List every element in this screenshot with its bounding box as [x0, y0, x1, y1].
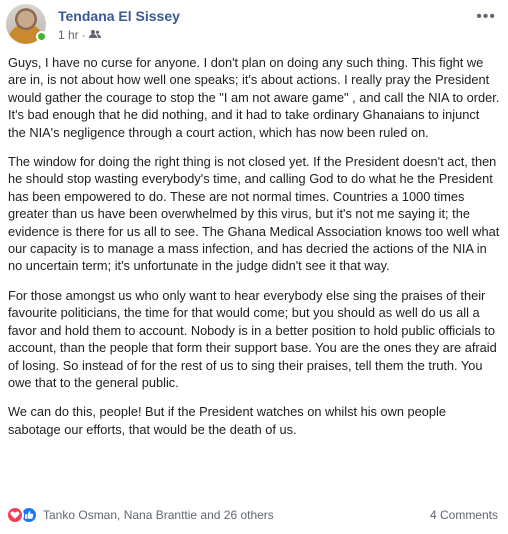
post-header: Tendana El Sissey 1 hr · ••• [6, 4, 502, 44]
friends-icon [88, 28, 101, 42]
post-footer: Tanko Osman, Nana Branttie and 26 others… [6, 505, 498, 525]
avatar[interactable] [6, 4, 47, 44]
post-body: Guys, I have no curse for anyone. I don'… [8, 54, 500, 450]
post-time[interactable]: 1 hr [58, 28, 79, 42]
post-paragraph: Guys, I have no curse for anyone. I don'… [8, 55, 500, 140]
post-paragraph: For those amongst us who only want to he… [8, 287, 497, 390]
online-status-icon [36, 31, 47, 42]
love-reaction-icon [6, 506, 24, 524]
post-meta: 1 hr · [58, 28, 101, 42]
post-paragraph: The window for doing the right thing is … [8, 154, 500, 274]
more-icon[interactable]: ••• [476, 8, 496, 26]
meta-separator: · [81, 28, 86, 42]
post-paragraph: We can do this, people! But if the Presi… [8, 404, 446, 437]
author-name[interactable]: Tendana El Sissey [58, 8, 180, 24]
comments-count[interactable]: 4 Comments [430, 508, 498, 522]
reactions-summary[interactable]: Tanko Osman, Nana Branttie and 26 others [43, 508, 274, 522]
facebook-post: Tendana El Sissey 1 hr · ••• Guys, I hav… [0, 0, 508, 534]
reaction-icons[interactable] [6, 506, 38, 524]
